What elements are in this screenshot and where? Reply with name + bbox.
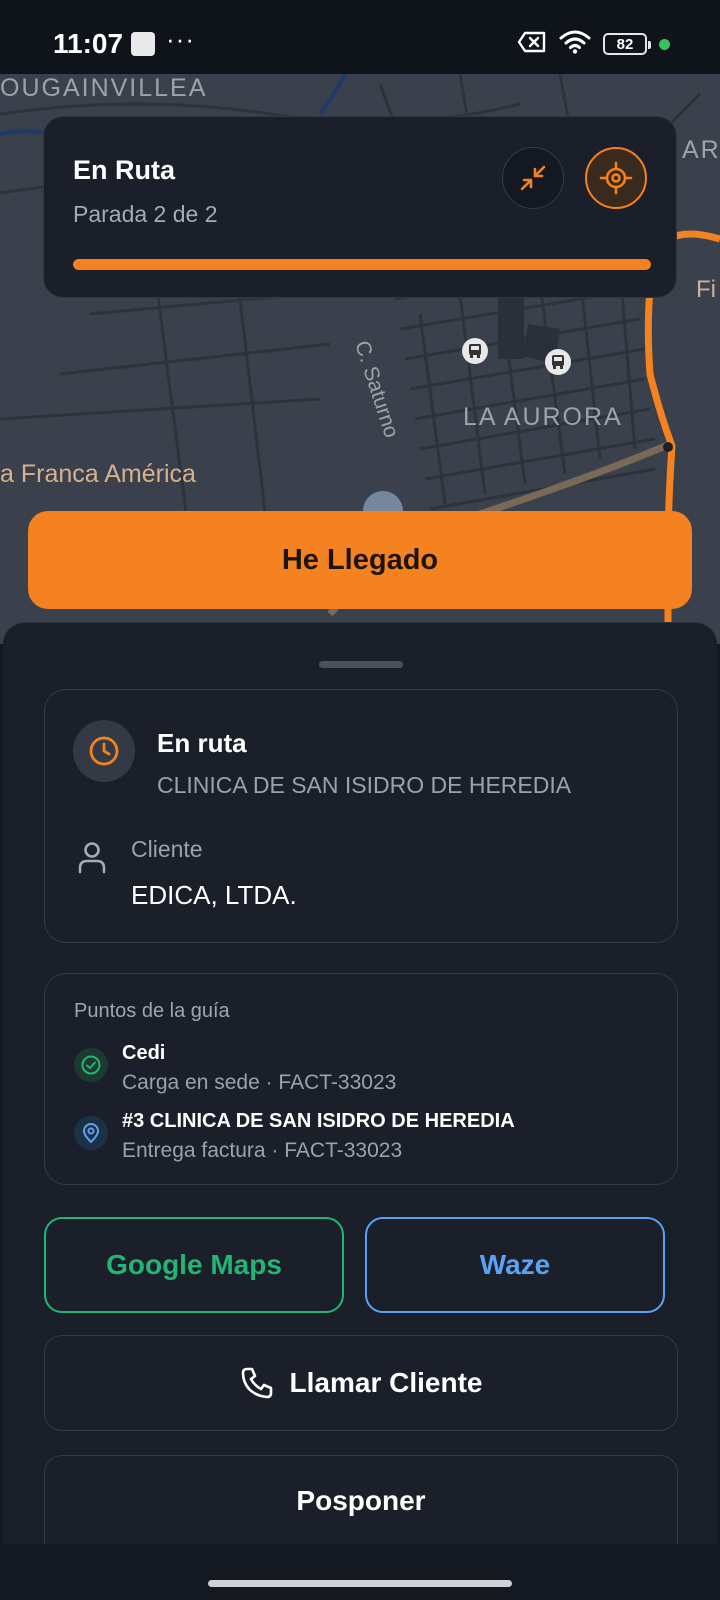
map-label-ar: AR (682, 136, 720, 164)
home-indicator[interactable] (208, 1580, 512, 1587)
phone-icon (241, 1367, 272, 1399)
guide-points-card: Puntos de la guía Cedi Carga en sede · F… (44, 973, 678, 1185)
bus-stop-icon[interactable] (462, 338, 488, 364)
collapse-icon (520, 165, 546, 191)
map-pin-icon (74, 1116, 108, 1150)
battery-icon: 82 (603, 33, 651, 55)
guide-point-detail: Entrega factura · FACT-33023 (122, 1139, 403, 1162)
map-label-fi: Fi (696, 276, 716, 303)
person-icon (77, 840, 107, 879)
system-nav-bar (0, 1544, 720, 1600)
map-label-la-aurora: LA AURORA (463, 403, 623, 431)
map-label-franca-america: a Franca América (0, 460, 196, 488)
call-client-button[interactable]: Llamar Cliente (44, 1335, 678, 1431)
route-status-card: En Ruta Parada 2 de 2 (43, 116, 677, 298)
guide-point-detail: Carga en sede · FACT-33023 (122, 1071, 397, 1094)
sheet-drag-handle[interactable] (319, 661, 403, 668)
guide-point-name: #3 CLINICA DE SAN ISIDRO DE HEREDIA (122, 1110, 515, 1132)
google-maps-button[interactable]: Google Maps (44, 1217, 344, 1313)
bus-stop-icon[interactable] (545, 349, 571, 375)
check-circle-icon (74, 1048, 108, 1082)
stop-status: En ruta (157, 728, 247, 758)
recenter-button[interactable] (585, 147, 647, 209)
bottom-sheet: En ruta CLINICA DE SAN ISIDRO DE HEREDIA… (3, 622, 717, 1545)
guide-point-item: #3 CLINICA DE SAN ISIDRO DE HEREDIA Entr… (74, 1110, 664, 1170)
client-label: Cliente (131, 836, 203, 862)
route-progress-bar (73, 259, 651, 270)
postpone-button[interactable]: Posponer (44, 1455, 678, 1545)
waze-button[interactable]: Waze (365, 1217, 665, 1313)
client-name: EDICA, LTDA. (131, 880, 297, 910)
status-bar: 11:07 ··· 82 (0, 0, 720, 74)
stop-info-card: En ruta CLINICA DE SAN ISIDRO DE HEREDIA… (44, 689, 678, 943)
call-client-label: Llamar Cliente (289, 1367, 483, 1398)
crosshair-icon (599, 161, 633, 195)
status-time: 11:07 (53, 28, 124, 59)
map-label-bougainvillea: OUGAINVILLEA (0, 74, 208, 102)
collapse-button[interactable] (502, 147, 564, 209)
status-icons: 82 (517, 30, 670, 58)
privacy-dot (659, 38, 670, 50)
more-notifications-icon: ··· (166, 24, 195, 54)
route-progress-fill (73, 259, 651, 270)
wifi-icon (559, 30, 591, 59)
guide-point-item: Cedi Carga en sede · FACT-33023 (74, 1042, 664, 1102)
route-stop-counter: Parada 2 de 2 (73, 201, 218, 227)
no-sim-icon (517, 30, 547, 59)
guide-point-name: Cedi (122, 1042, 166, 1064)
guide-points-title: Puntos de la guía (74, 1000, 230, 1022)
stop-destination: CLINICA DE SAN ISIDRO DE HEREDIA (157, 772, 572, 798)
notification-icon (131, 32, 155, 56)
clock-icon (73, 720, 135, 782)
arrived-button[interactable]: He Llegado (28, 511, 692, 609)
route-title: En Ruta (73, 155, 176, 185)
